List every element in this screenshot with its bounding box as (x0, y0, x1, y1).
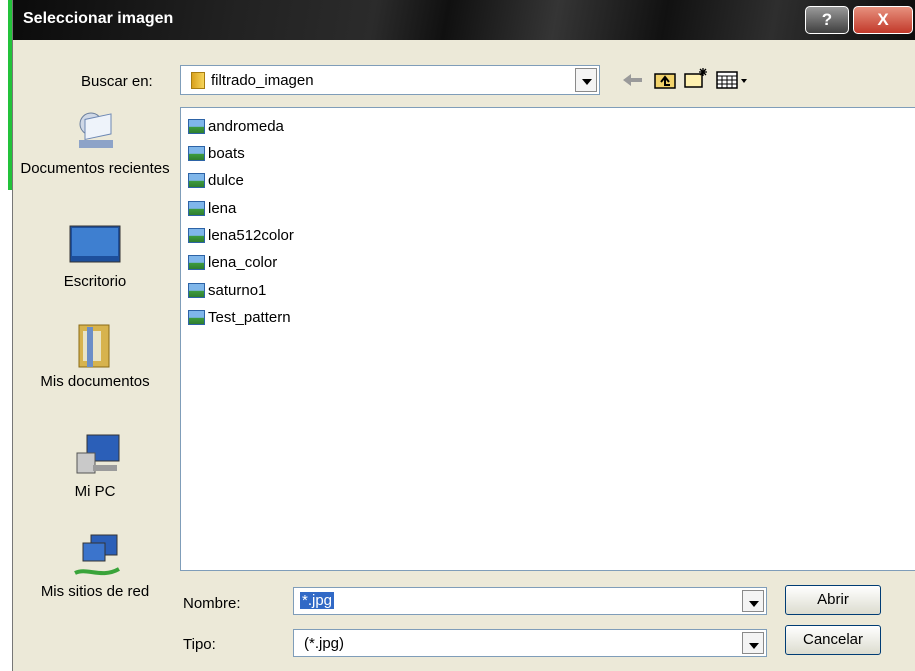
file-list[interactable]: andromeda boats dulce lena lena512color … (180, 107, 915, 571)
list-item[interactable]: saturno1 (188, 279, 266, 301)
image-file-icon (188, 172, 205, 188)
list-item[interactable]: Test_pattern (188, 306, 291, 328)
file-name: lena (208, 199, 237, 217)
list-item[interactable]: lena512color (188, 224, 294, 246)
image-file-icon (188, 145, 205, 161)
image-file-icon (188, 282, 205, 298)
file-name: andromeda (208, 117, 284, 135)
image-file-icon (188, 118, 205, 134)
my-documents-icon (73, 323, 117, 368)
cancel-button[interactable]: Cancelar (785, 625, 881, 655)
place-recent-documents-label: Documentos recientes (20, 160, 170, 177)
title-bar[interactable]: Seleccionar imagen ? X (13, 0, 915, 40)
filetype-value: (*.jpg) (304, 635, 345, 652)
place-recent-documents[interactable]: Documentos recientes (15, 110, 175, 178)
image-file-icon (188, 309, 205, 325)
list-item[interactable]: boats (188, 142, 245, 164)
back-button[interactable] (620, 70, 646, 90)
place-network[interactable]: Mis sitios de red (15, 533, 175, 601)
list-item[interactable]: andromeda (188, 115, 284, 137)
view-menu-icon (716, 71, 747, 89)
file-name: lena512color (208, 226, 294, 244)
file-open-dialog: Seleccionar imagen ? X Buscar en: filtra… (12, 0, 915, 671)
folder-icon (191, 72, 205, 89)
look-in-dropdown[interactable]: filtrado_imagen (180, 65, 600, 95)
list-item[interactable]: lena (188, 197, 236, 219)
image-file-icon (188, 227, 205, 243)
place-my-documents[interactable]: Mis documentos (15, 323, 175, 391)
place-desktop-label: Escritorio (63, 273, 127, 290)
filename-value: *.jpg (300, 592, 335, 609)
current-folder-name: filtrado_imagen (211, 72, 314, 89)
place-my-computer-label: Mi PC (74, 483, 116, 500)
places-bar: Documentos recientes Escritorio Mis docu… (15, 108, 175, 618)
file-name: boats (208, 144, 245, 162)
image-file-icon (188, 254, 205, 270)
chevron-down-icon[interactable] (742, 632, 764, 654)
desktop-icon (69, 223, 121, 267)
filename-label: Nombre: (183, 595, 241, 612)
filetype-dropdown[interactable]: (*.jpg) (293, 629, 767, 657)
look-in-label: Buscar en: (81, 73, 153, 90)
new-folder-icon (684, 68, 707, 88)
dialog-title: Seleccionar imagen (23, 10, 174, 27)
place-my-documents-label: Mis documentos (40, 373, 150, 390)
place-my-computer[interactable]: Mi PC (15, 433, 175, 501)
network-places-icon (73, 533, 120, 577)
list-item[interactable]: lena_color (188, 251, 277, 273)
file-name: saturno1 (208, 281, 267, 299)
chevron-down-icon[interactable] (575, 68, 597, 92)
open-button[interactable]: Abrir (785, 585, 881, 615)
close-button[interactable]: X (853, 6, 913, 34)
help-button[interactable]: ? (805, 6, 849, 34)
list-item[interactable]: dulce (188, 169, 244, 191)
my-computer-icon (73, 433, 120, 477)
filename-selected-text: *.jpg (300, 592, 335, 609)
filetype-label: Tipo: (183, 636, 216, 653)
image-file-icon (188, 200, 205, 216)
file-name: Test_pattern (208, 308, 291, 326)
chevron-down-icon[interactable] (742, 590, 764, 612)
recent-documents-icon (73, 110, 117, 154)
file-name: lena_color (208, 253, 278, 271)
new-folder-button[interactable] (683, 66, 709, 88)
view-menu-button[interactable] (716, 70, 750, 90)
place-desktop[interactable]: Escritorio (15, 223, 175, 291)
back-arrow-icon (623, 74, 642, 86)
place-network-label: Mis sitios de red (40, 583, 150, 600)
filename-field[interactable]: *.jpg (293, 587, 767, 615)
up-folder-icon (654, 73, 676, 89)
up-folder-button[interactable] (653, 70, 677, 90)
file-name: dulce (208, 171, 244, 189)
